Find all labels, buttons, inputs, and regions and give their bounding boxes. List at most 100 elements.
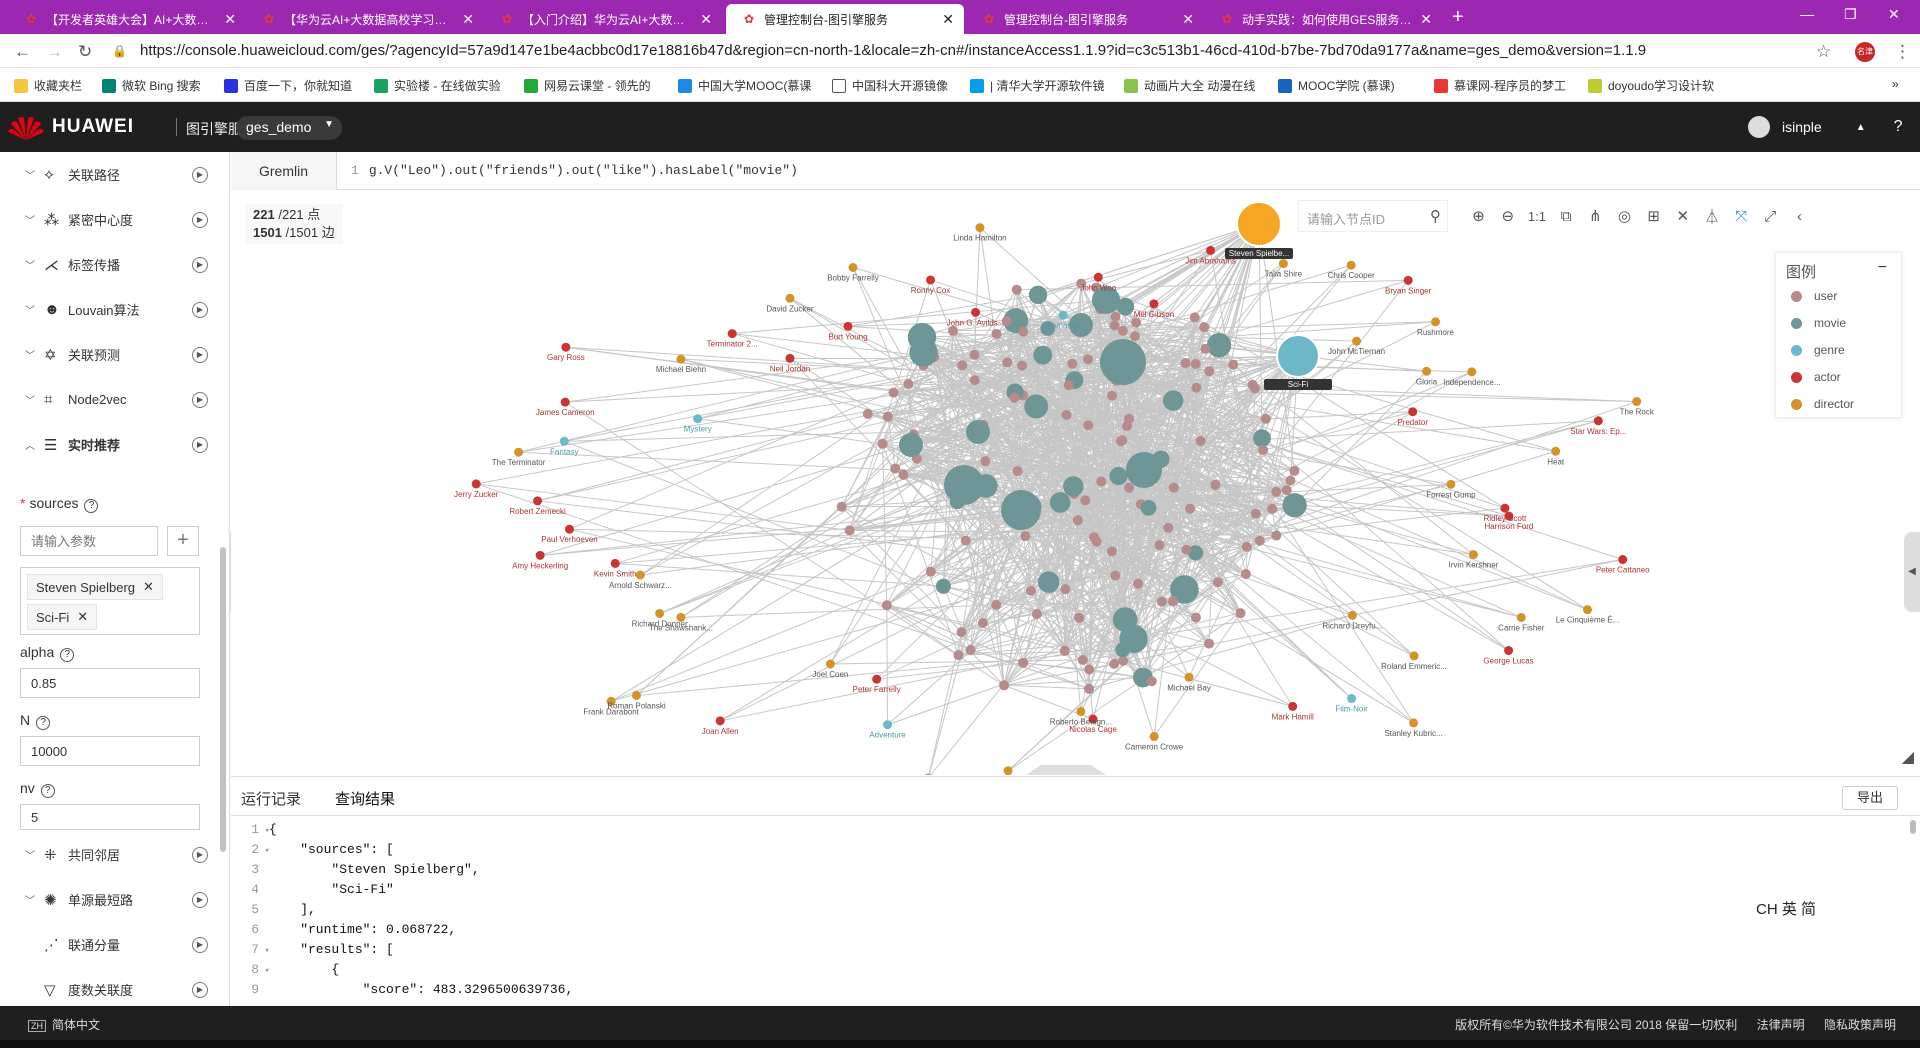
user-node[interactable] (953, 650, 964, 661)
node-label[interactable]: Neil Jordan (770, 364, 810, 373)
node-label[interactable]: Mystery (684, 425, 712, 434)
more-bookmarks-icon[interactable]: » (1892, 77, 1899, 91)
user-node[interactable] (1106, 546, 1117, 557)
node-label[interactable]: Paul Verhoeven (541, 535, 598, 544)
play-icon[interactable]: ▶ (192, 166, 208, 183)
expand-right-panel-handle[interactable]: ◀ (1904, 532, 1920, 612)
user-node[interactable] (890, 463, 901, 474)
zoom-out-icon[interactable]: ⊖ (1493, 207, 1522, 225)
node-label[interactable]: Talia Shire (1265, 270, 1303, 279)
bookmark-item[interactable]: 中国大学MOOC(慕课 (678, 77, 811, 94)
movie-node[interactable] (1126, 452, 1162, 488)
actor-node[interactable] (872, 674, 882, 684)
node-label[interactable]: Robert Zemecki (509, 507, 566, 516)
actor-node[interactable] (533, 496, 543, 506)
algo-item-louvain[interactable]: ﹀ ☻ Louvain算法 ▶ (0, 287, 222, 332)
algo-item-connected-component[interactable]: ⋰ 联通分量 ▶ (0, 922, 222, 967)
user-node[interactable] (1011, 284, 1022, 295)
help-icon[interactable]: ? (1894, 118, 1903, 136)
browser-tab-active[interactable]: ✿ 管理控制台-图引擎服务 ✕ (726, 4, 964, 34)
bookmark-item[interactable]: 慕课网-程序员的梦工 (1434, 77, 1566, 94)
user-node[interactable] (1191, 382, 1202, 393)
movie-node[interactable] (1037, 571, 1060, 593)
movie-node[interactable] (1049, 492, 1071, 513)
play-icon[interactable]: ▶ (192, 211, 208, 228)
user-node[interactable] (991, 328, 1002, 339)
minimize-legend-icon[interactable]: − (1878, 259, 1887, 277)
node-label[interactable]: Burt Young (828, 332, 867, 341)
genre-node[interactable] (1058, 310, 1068, 320)
browser-tab[interactable]: ✿ 管理控制台-图引擎服务 ✕ (966, 4, 1204, 34)
user-node[interactable] (1124, 482, 1135, 493)
user-node[interactable] (956, 627, 967, 638)
movie-node[interactable] (935, 578, 951, 594)
screenshot-icon[interactable]: ⧉ (1552, 208, 1581, 225)
fullscreen-icon[interactable]: ⤢ (1756, 208, 1785, 225)
user-node[interactable] (1189, 312, 1200, 323)
node-label[interactable]: Romance (1046, 321, 1081, 330)
director-node[interactable] (848, 262, 858, 272)
user-node[interactable] (969, 375, 980, 386)
user-node[interactable] (1167, 596, 1178, 607)
help-icon[interactable]: ? (60, 648, 75, 662)
play-icon[interactable]: ▶ (192, 346, 208, 363)
node-label[interactable]: Michael Biehn (656, 365, 706, 374)
url-field[interactable]: https://console.huaweicloud.com/ges/?age… (140, 42, 1840, 62)
actor-node[interactable] (1288, 701, 1298, 711)
bottom-panel-handle[interactable] (1026, 765, 1106, 775)
node-label[interactable]: Gary Ross (547, 353, 585, 362)
user-node[interactable] (1212, 577, 1223, 588)
director-node[interactable] (1632, 397, 1642, 407)
user-node[interactable] (1250, 383, 1261, 394)
user-node[interactable] (1072, 515, 1083, 526)
director-node[interactable] (1422, 366, 1432, 376)
play-icon[interactable]: ▶ (192, 256, 208, 273)
close-window-icon[interactable]: ✕ (1888, 6, 1900, 23)
node-label[interactable]: Carrie Fisher (1498, 623, 1545, 632)
actor-node[interactable] (1093, 272, 1103, 282)
director-node[interactable] (1149, 732, 1159, 742)
user-node[interactable] (1240, 569, 1251, 580)
movie-node[interactable] (1033, 345, 1053, 365)
user-node[interactable] (888, 387, 899, 398)
bookmark-item[interactable]: 百度一下，你就知道 (224, 77, 352, 94)
help-icon[interactable]: ? (84, 499, 99, 513)
steven-spielberg-node[interactable] (1236, 201, 1282, 247)
legend-item-actor[interactable]: actor (1791, 370, 1841, 384)
tab-run-log[interactable]: 运行记录 (241, 788, 301, 809)
user-node[interactable] (1204, 638, 1215, 649)
layout-circle-icon[interactable]: ◎ (1610, 207, 1639, 225)
sci-fi-node[interactable] (1276, 334, 1320, 378)
legend-item-genre[interactable]: genre (1791, 343, 1845, 357)
node-label[interactable]: Mel Gibson (1134, 310, 1174, 319)
user-node[interactable] (1195, 435, 1206, 446)
user-node[interactable] (1110, 311, 1121, 322)
actor-node[interactable] (785, 353, 795, 363)
bookmark-item[interactable]: 实验楼 - 在线做实验 (374, 77, 501, 94)
user-node[interactable] (1080, 495, 1091, 506)
play-icon[interactable]: ▶ (192, 981, 208, 998)
user-node[interactable] (844, 525, 855, 536)
user-node[interactable] (1109, 658, 1120, 669)
director-node[interactable] (1551, 446, 1561, 456)
user-node[interactable] (862, 408, 873, 419)
user-node[interactable] (991, 599, 1002, 610)
bookmark-item[interactable]: 收藏夹栏 (14, 77, 82, 94)
bookmark-item[interactable]: 微软 Bing 搜索 (102, 77, 201, 94)
node-label[interactable]: Amy Heckerling (512, 561, 568, 570)
actor-node[interactable] (1403, 275, 1413, 285)
user-node[interactable] (836, 501, 847, 512)
node-label[interactable]: John G. Avilds... (947, 318, 1005, 327)
resize-handle-icon[interactable]: ◢ (1902, 747, 1914, 767)
node-label[interactable]: Chris Cooper (1328, 271, 1375, 280)
user-node[interactable] (1163, 522, 1174, 533)
movie-node[interactable] (1162, 390, 1184, 411)
node-label[interactable]: Adventure (869, 731, 906, 740)
node-label[interactable]: Bobby Farrelly (827, 273, 879, 282)
gremlin-query-editor[interactable]: 1 g.V("Leo").out("friends").out("like").h… (351, 163, 798, 178)
node-label[interactable]: Rushmore (1417, 328, 1454, 337)
ime-toolbar[interactable]: CH 英 简 (1756, 898, 1816, 919)
node-label[interactable]: Arnold Schwarz... (609, 581, 672, 590)
user-node[interactable] (980, 456, 991, 467)
huawei-logo[interactable]: HUAWEI (8, 114, 134, 140)
